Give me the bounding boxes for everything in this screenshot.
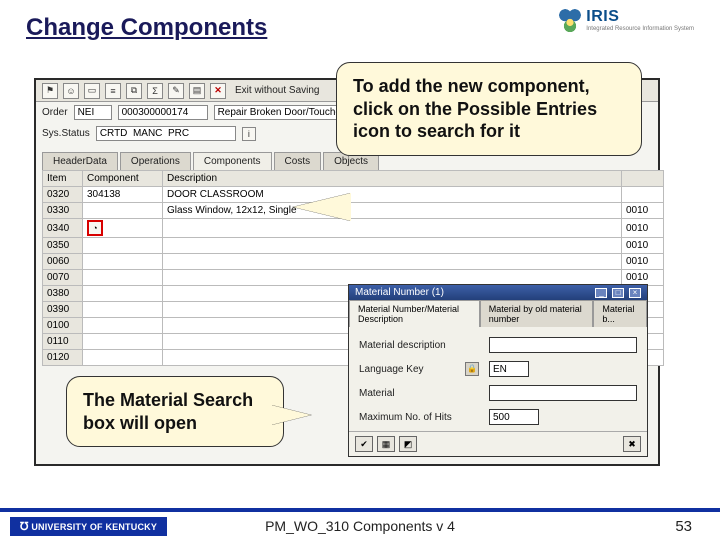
toolbar-flag-icon[interactable]: ⚑ xyxy=(42,83,58,99)
search-tab-more[interactable]: Material b... xyxy=(593,300,647,327)
iris-logo-sub: Integrated Resource Information System xyxy=(586,26,694,32)
max-hits-input[interactable] xyxy=(489,409,539,425)
table-row[interactable]: 03500010 xyxy=(43,238,664,254)
tab-components[interactable]: Components xyxy=(193,152,272,170)
material-label: Material xyxy=(359,388,459,399)
toolbar-tag-icon[interactable]: ✎ xyxy=(168,83,184,99)
search-tab-desc[interactable]: Material Number/Material Description xyxy=(349,300,480,327)
search-dialog-title: Material Number (1) _ □ × xyxy=(349,285,647,300)
status-label: Sys.Status xyxy=(42,128,90,139)
toolbar-tree-icon[interactable]: ≡ xyxy=(105,83,121,99)
table-row-active[interactable]: 0340 ◔ 0010 xyxy=(43,219,664,238)
iris-flower-icon xyxy=(558,8,582,32)
toolbar-list-icon[interactable]: ▤ xyxy=(189,83,205,99)
search-cancel-button[interactable]: ✖ xyxy=(623,436,641,452)
tab-headerdata[interactable]: HeaderData xyxy=(42,152,118,170)
dialog-min-icon[interactable]: _ xyxy=(595,288,607,298)
material-input[interactable] xyxy=(489,385,637,401)
exit-label: Exit without Saving xyxy=(235,85,320,96)
search-tab-strip: Material Number/Material Description Mat… xyxy=(349,300,647,327)
order-label: Order xyxy=(42,107,68,118)
col-right xyxy=(622,171,664,187)
dialog-close-icon[interactable]: × xyxy=(629,288,641,298)
col-component: Component xyxy=(83,171,163,187)
max-hits-label: Maximum No. of Hits xyxy=(359,412,459,423)
dialog-max-icon[interactable]: □ xyxy=(612,288,624,298)
tab-costs[interactable]: Costs xyxy=(274,152,322,170)
status-field xyxy=(96,126,236,141)
lock-icon: 🔒 xyxy=(465,362,479,376)
search-dialog-footer: ✔ ▦ ◩ ✖ xyxy=(349,431,647,456)
search-opt2-button[interactable]: ◩ xyxy=(399,436,417,452)
table-row[interactable]: 0330 Glass Window, 12x12, Single 0010 xyxy=(43,203,664,219)
toolbar-graph-icon[interactable]: ⧉ xyxy=(126,83,142,99)
toolbar-doc-icon[interactable]: ▭ xyxy=(84,83,100,99)
slide-title: Change Components xyxy=(26,14,267,42)
mat-desc-label: Material description xyxy=(359,340,459,351)
table-row[interactable]: 0320 304138 DOOR CLASSROOM xyxy=(43,187,664,203)
search-ok-button[interactable]: ✔ xyxy=(355,436,373,452)
iris-logo-text: IRIS xyxy=(586,8,694,26)
possible-entries-icon[interactable]: ◔ xyxy=(87,220,103,236)
exit-without-saving-button[interactable]: ✕ xyxy=(210,83,226,99)
iris-logo: IRIS Integrated Resource Information Sys… xyxy=(558,8,694,32)
table-row[interactable]: 00600010 xyxy=(43,254,664,270)
search-opt1-button[interactable]: ▦ xyxy=(377,436,395,452)
callout-search-box: The Material Search box will open xyxy=(66,376,284,447)
lang-input[interactable] xyxy=(489,361,529,377)
search-tab-old[interactable]: Material by old material number xyxy=(480,300,594,327)
order-number-field[interactable] xyxy=(118,105,208,120)
callout-possible-entries: To add the new component, click on the P… xyxy=(336,62,642,156)
toolbar-sum-icon[interactable]: Σ xyxy=(147,83,163,99)
material-search-dialog: Material Number (1) _ □ × Material Numbe… xyxy=(348,284,648,457)
col-description: Description xyxy=(163,171,622,187)
footer-center-text: PM_WO_310 Components v 4 xyxy=(0,518,720,534)
toolbar-user-icon[interactable]: ☺ xyxy=(63,83,79,99)
mat-desc-input[interactable] xyxy=(489,337,637,353)
lang-label: Language Key xyxy=(359,364,459,375)
footer: ℧ UNIVERSITY OF KENTUCKY PM_WO_310 Compo… xyxy=(0,508,720,540)
status-info-icon[interactable]: i xyxy=(242,127,256,141)
tab-operations[interactable]: Operations xyxy=(120,152,191,170)
order-type-field[interactable] xyxy=(74,105,112,120)
col-item: Item xyxy=(43,171,83,187)
